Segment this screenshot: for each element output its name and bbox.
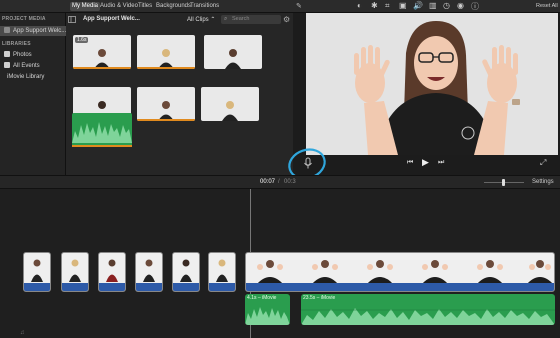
color-correction-icon[interactable]: ✱: [371, 1, 378, 10]
tab-audio-video[interactable]: Audio & Video: [98, 2, 140, 11]
photos-icon: [4, 51, 10, 57]
magic-wand-icon[interactable]: ✎: [296, 2, 302, 10]
sidebar-item-project[interactable]: App Support Welc...: [0, 26, 66, 36]
media-clip[interactable]: [201, 87, 259, 121]
zoom-slider-handle[interactable]: [502, 179, 505, 186]
audio-media-clip[interactable]: [72, 113, 132, 147]
equalizer-icon[interactable]: ▥: [429, 1, 437, 10]
disclosure-icon: [1, 73, 4, 79]
timecode-total: 00:3: [284, 179, 296, 185]
film-icon: [4, 27, 10, 33]
stabilization-icon[interactable]: ▣: [399, 1, 407, 10]
tab-titles[interactable]: Titles: [136, 2, 154, 11]
star-icon: [4, 62, 10, 68]
filmstrip-frames: [256, 260, 554, 285]
waveform-icon: [72, 122, 132, 143]
filter-icon[interactable]: ◉: [457, 1, 464, 10]
timeline-toolbar: 00:07 / 00:3 Settings: [0, 175, 560, 189]
fullscreen-icon[interactable]: ⤢: [540, 158, 546, 168]
volume-icon[interactable]: 🔊: [413, 1, 423, 10]
sidebar-item-all-events[interactable]: All Events: [0, 61, 66, 71]
sidebar-item-label: iMovie Library: [7, 74, 45, 80]
timeline-clip[interactable]: [61, 252, 89, 292]
tab-my-media[interactable]: My Media: [70, 2, 101, 11]
timeline-clip[interactable]: [208, 252, 236, 292]
color-balance-icon[interactable]: ◐: [357, 1, 362, 10]
sidebar-item-imovie-library[interactable]: iMovie Library: [0, 72, 66, 82]
info-icon[interactable]: ⓘ: [471, 1, 479, 12]
clip-duration: 1.6s: [75, 37, 89, 43]
skip-back-icon[interactable]: ⏮: [407, 159, 413, 167]
media-clip[interactable]: [137, 35, 195, 69]
audio-clip[interactable]: 23.5s – iMovie: [301, 294, 555, 325]
timeline-clip[interactable]: [135, 252, 163, 292]
media-browser: App Support Welc... All Clips ⌃ ⌕ Search…: [66, 13, 293, 175]
search-placeholder: Search: [232, 16, 250, 22]
audio-clip-label: 4.1s – iMovie: [247, 295, 277, 301]
media-clip[interactable]: [204, 35, 262, 69]
clip-filter-label: All Clips: [187, 17, 209, 23]
timeline-clip[interactable]: [23, 252, 51, 292]
browser-title: App Support Welc...: [83, 16, 140, 22]
audio-clip[interactable]: 4.1s – iMovie: [245, 294, 290, 325]
media-clip[interactable]: 1.6s: [73, 35, 131, 69]
gear-icon[interactable]: ⚙: [283, 15, 290, 24]
timeline-clip[interactable]: [98, 252, 126, 292]
audio-lane-icon: ♫: [20, 330, 25, 336]
timeline-clip[interactable]: [172, 252, 200, 292]
timecode-current: 00:07: [260, 179, 276, 185]
project-media-header: PROJECT MEDIA: [2, 16, 46, 22]
waveform-icon: [245, 307, 290, 325]
sidebar-item-label: All Events: [13, 63, 40, 69]
viewer-toolbar: ✎ ◐ ✱ ⌗ ▣ 🔊 ▥ ◷ ◉ ⓘ Reset All: [293, 0, 560, 13]
audio-clip-label: 23.5s – iMovie: [303, 295, 336, 301]
waveform-icon: [301, 308, 555, 325]
main-storyline-clip[interactable]: [245, 252, 555, 292]
play-icon[interactable]: ▶: [422, 157, 429, 168]
clip-filter-select[interactable]: All Clips ⌃: [187, 16, 215, 23]
presenter-image: [306, 13, 558, 155]
search-input[interactable]: ⌕ Search: [221, 15, 281, 24]
library-sidebar: PROJECT MEDIA App Support Welc... LIBRAR…: [0, 13, 66, 175]
sidebar-item-photos[interactable]: Photos: [0, 50, 66, 60]
media-clip[interactable]: [137, 87, 195, 121]
tab-transitions[interactable]: Transitions: [188, 2, 221, 11]
crop-icon[interactable]: ⌗: [385, 1, 390, 11]
sidebar-item-label: Photos: [13, 52, 32, 58]
search-icon: ⌕: [224, 16, 228, 22]
speed-icon[interactable]: ◷: [443, 1, 450, 10]
settings-button[interactable]: Settings: [532, 179, 554, 185]
skip-forward-icon[interactable]: ⏭: [438, 159, 444, 167]
timecode-separator: /: [278, 179, 280, 185]
sidebar-item-label: App Support Welc...: [13, 28, 66, 34]
video-preview: [306, 13, 558, 155]
libraries-header: LIBRARIES: [2, 41, 31, 47]
sidebar-toggle-icon[interactable]: [68, 16, 76, 23]
reset-all-button[interactable]: Reset All: [536, 3, 558, 9]
